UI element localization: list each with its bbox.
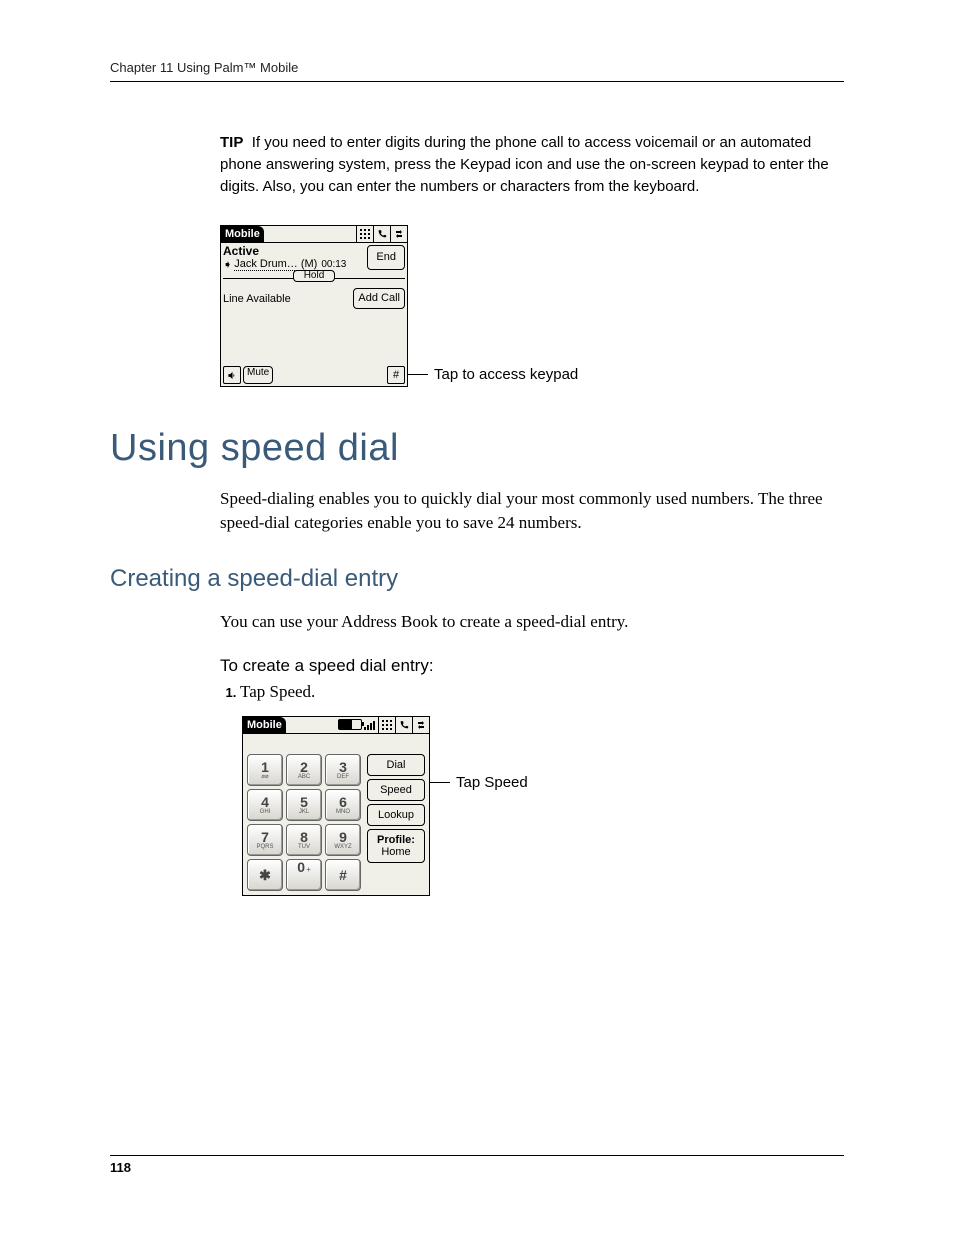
end-button[interactable]: End [367, 245, 405, 270]
hold-button[interactable]: Hold [293, 270, 336, 282]
keypad-titlebar-icon[interactable] [356, 226, 372, 242]
key-2[interactable]: 2ABC [286, 754, 322, 786]
phone-titlebar-icon[interactable] [395, 717, 411, 733]
speaker-icon[interactable] [223, 366, 241, 384]
tip-paragraph: TIP If you need to enter digits during t… [220, 132, 844, 197]
key-star[interactable]: ✱ [247, 859, 283, 891]
key-0[interactable]: 0+ [286, 859, 322, 891]
call-status: Active [223, 244, 367, 258]
palm-screen-keypad: Mobile [242, 716, 430, 896]
procedure-title: To create a speed dial entry: [220, 656, 844, 676]
creating-entry-intro: You can use your Address Book to create … [220, 610, 844, 634]
dial-button[interactable]: Dial [367, 754, 425, 776]
figure-keypad: Mobile [242, 716, 844, 896]
phone-titlebar-icon[interactable] [373, 226, 389, 242]
key-8[interactable]: 8TUV [286, 824, 322, 856]
key-9[interactable]: 9WXYZ [325, 824, 361, 856]
tip-label: TIP [220, 134, 243, 151]
page-number: 118 [110, 1160, 131, 1175]
running-head: Chapter 11 Using Palm™ Mobile [110, 60, 844, 82]
figure-active-call: Mobile [220, 225, 844, 387]
callout-speed: Tap Speed [430, 774, 528, 791]
call-duration: 00:13 [321, 259, 346, 270]
app-title: Mobile [221, 226, 264, 242]
add-call-button[interactable]: Add Call [353, 288, 405, 309]
tip-text: If you need to enter digits during the p… [220, 134, 829, 195]
key-1[interactable]: 1⌀⌀ [247, 754, 283, 786]
battery-icon [338, 719, 362, 730]
key-7[interactable]: 7PQRS [247, 824, 283, 856]
palm-screen-active-call: Mobile [220, 225, 408, 387]
swap-titlebar-icon[interactable] [390, 226, 406, 242]
key-4[interactable]: 4GHI [247, 789, 283, 821]
heading-creating-entry: Creating a speed-dial entry [110, 565, 844, 593]
keypad-hash-button[interactable]: # [387, 366, 405, 384]
mute-button[interactable]: Mute [243, 366, 273, 384]
profile-value: Home [381, 846, 410, 858]
swap-titlebar-icon[interactable] [412, 717, 428, 733]
app-title-2: Mobile [243, 717, 286, 733]
profile-label: Profile: [377, 834, 415, 846]
callout-keypad: Tap to access keypad [408, 366, 578, 383]
number-entry[interactable] [243, 734, 429, 750]
key-hash[interactable]: # [325, 859, 361, 891]
lookup-button[interactable]: Lookup [367, 804, 425, 826]
speed-dial-intro: Speed-dialing enables you to quickly dia… [220, 487, 844, 535]
keypad-grid: 1⌀⌀ 2ABC 3DEF 4GHI 5JKL 6MNO 7PQRS 8TUV … [247, 754, 361, 891]
line-status: Line Available [223, 293, 291, 305]
keypad-titlebar-icon[interactable] [378, 717, 394, 733]
step-1: Tap Speed. [240, 682, 844, 702]
key-5[interactable]: 5JKL [286, 789, 322, 821]
heading-using-speed-dial: Using speed dial [110, 427, 844, 470]
key-6[interactable]: 6MNO [325, 789, 361, 821]
profile-button[interactable]: Profile: Home [367, 829, 425, 863]
key-3[interactable]: 3DEF [325, 754, 361, 786]
speed-button[interactable]: Speed [367, 779, 425, 801]
signal-icon [364, 720, 375, 730]
